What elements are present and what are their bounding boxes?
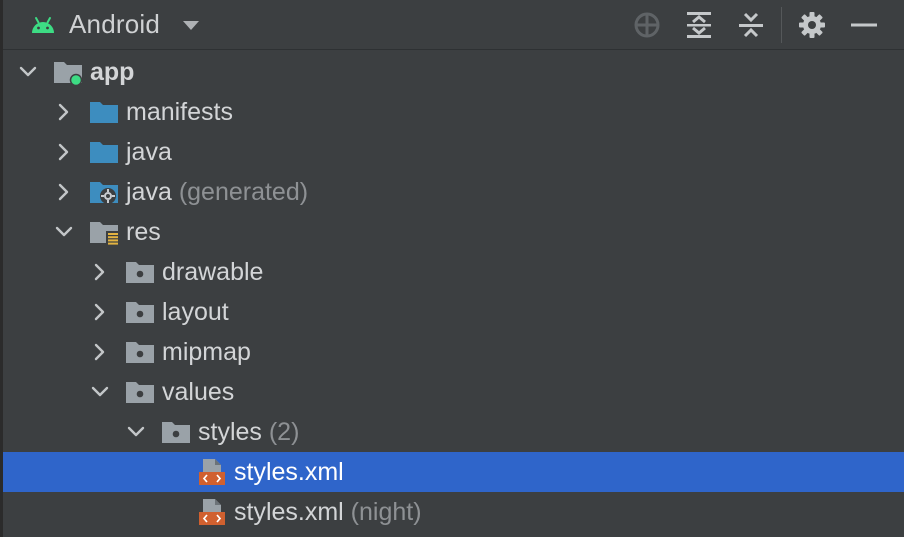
tree-node-label: app — [90, 58, 134, 87]
tree-node-label: drawable — [162, 258, 263, 287]
chevron-right-icon[interactable] — [55, 143, 73, 161]
tree-node[interactable]: values — [3, 372, 904, 412]
tree-node-label: styles.xml — [234, 458, 344, 487]
locate-button[interactable] — [621, 0, 673, 50]
tree-node[interactable]: java — [3, 132, 904, 172]
tree-node[interactable]: styles.xml (night) — [3, 492, 904, 532]
tree-node[interactable]: app — [3, 52, 904, 92]
settings-button[interactable] — [786, 0, 838, 50]
hide-icon — [851, 23, 877, 27]
tree-node-name: styles.xml — [234, 458, 344, 486]
toolbar-separator — [781, 7, 782, 43]
tree-node-label: values — [162, 378, 234, 407]
tree-node-name: styles — [198, 418, 262, 446]
project-toolbar: Android — [3, 0, 904, 50]
tree-node[interactable]: layout — [3, 292, 904, 332]
toolbar-actions — [621, 0, 890, 50]
folder-icon — [125, 257, 155, 287]
tree-node-name: java — [126, 138, 172, 166]
project-tool-window: Android app manifests java java (generat… — [0, 0, 904, 537]
folder-icon — [125, 377, 155, 407]
tree-node[interactable]: drawable — [3, 252, 904, 292]
chevron-down-icon[interactable] — [127, 423, 145, 441]
tree-node-name: values — [162, 378, 235, 406]
tree-node-label: styles.xml (night) — [234, 498, 422, 527]
tree-node-name: layout — [162, 298, 229, 326]
generated-folder-icon — [89, 177, 119, 207]
chevron-down-icon[interactable] — [91, 383, 109, 401]
chevron-right-icon[interactable] — [91, 263, 109, 281]
gear-icon — [799, 12, 825, 38]
folder-icon — [161, 417, 191, 447]
android-icon — [32, 16, 54, 33]
tree-node-label: mipmap — [162, 338, 251, 367]
expand-all-button[interactable] — [673, 0, 725, 50]
tree-node[interactable]: styles.xml — [3, 452, 904, 492]
tree-node-name: res — [126, 218, 161, 246]
collapse-all-button[interactable] — [725, 0, 777, 50]
project-tree: app manifests java java (generated) res drawa… — [3, 52, 904, 532]
tree-node-label: manifests — [126, 98, 233, 127]
tree-node-label: styles (2) — [198, 418, 299, 447]
folder-icon — [125, 337, 155, 367]
blue-folder-icon — [89, 97, 119, 127]
tree-node-label: java — [126, 138, 172, 167]
tree-node-name: app — [90, 58, 135, 86]
tree-node[interactable]: java (generated) — [3, 172, 904, 212]
tree-node-suffix: (night) — [343, 498, 422, 526]
resources-folder-icon — [89, 217, 119, 247]
tree-node-suffix: (2) — [261, 418, 300, 446]
xml-file-icon — [197, 457, 227, 487]
expand-all-icon — [687, 12, 711, 38]
view-label: Android — [69, 9, 161, 39]
tree-node-name: java — [126, 178, 172, 206]
tree-node-suffix: (generated) — [171, 178, 309, 206]
tree-node[interactable]: styles (2) — [3, 412, 904, 452]
collapse-all-icon — [739, 12, 763, 38]
tree-node-label: java (generated) — [126, 178, 308, 207]
xml-file-icon — [197, 497, 227, 527]
chevron-down-icon[interactable] — [19, 63, 37, 81]
chevron-right-icon[interactable] — [55, 183, 73, 201]
dropdown-caret-icon — [183, 20, 200, 30]
tree-node-label: layout — [162, 298, 229, 327]
blue-folder-icon — [89, 137, 119, 167]
tree-node-label: res — [126, 218, 161, 247]
tree-node-name: mipmap — [162, 338, 251, 366]
chevron-right-icon[interactable] — [91, 303, 109, 321]
locate-icon — [634, 12, 660, 38]
tree-node-name: styles.xml — [234, 498, 344, 526]
tree-node[interactable]: res — [3, 212, 904, 252]
tree-node[interactable]: manifests — [3, 92, 904, 132]
tree-node-name: drawable — [162, 258, 264, 286]
view-selector[interactable]: Android — [3, 0, 200, 50]
chevron-down-icon[interactable] — [55, 223, 73, 241]
module-folder-icon — [53, 57, 83, 87]
tree-node[interactable]: mipmap — [3, 332, 904, 372]
tree-node-name: manifests — [126, 98, 233, 126]
chevron-right-icon[interactable] — [55, 103, 73, 121]
folder-icon — [125, 297, 155, 327]
chevron-right-icon[interactable] — [91, 343, 109, 361]
hide-button[interactable] — [838, 0, 890, 50]
